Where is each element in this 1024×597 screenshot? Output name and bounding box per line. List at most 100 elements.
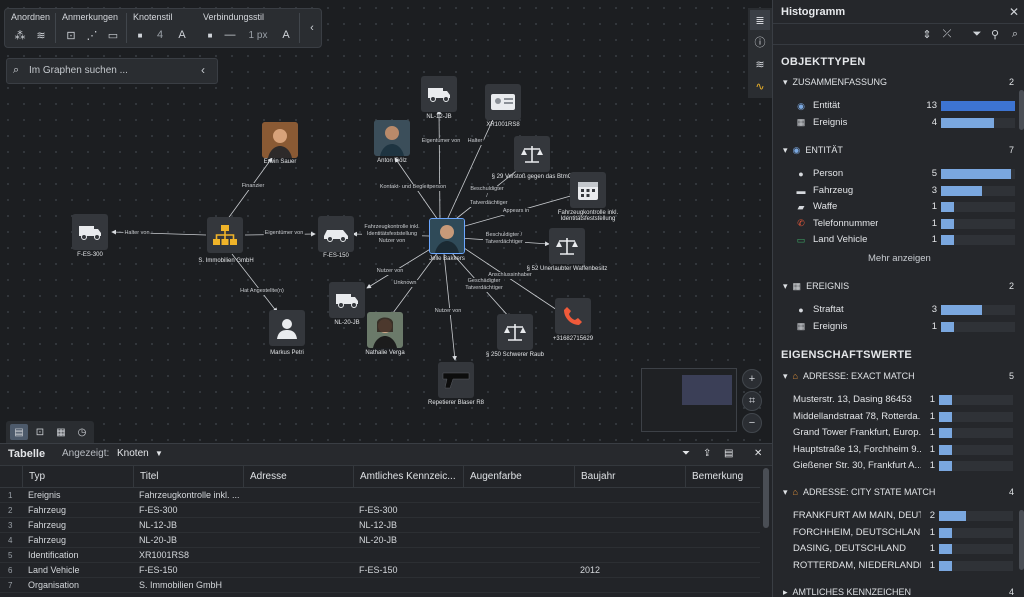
table-scrollbar[interactable] [763, 468, 769, 528]
group-entity[interactable]: ▾ ◉ ENTITÄT [783, 145, 843, 156]
group-plate[interactable]: ▸ AMTLICHES KENNZEICHEN [783, 587, 911, 597]
node-vehicle-nl-20-jb[interactable] [329, 282, 365, 318]
node-id-xr1001rs8[interactable] [485, 84, 521, 120]
histogram-row[interactable]: Grand Tower Frankfurt, Europ... 1 [793, 426, 1019, 441]
node-phone[interactable] [555, 298, 591, 334]
node-vehicle-f-es-150[interactable] [318, 216, 354, 252]
histogram-row[interactable]: DASING, DEUTSCHLAND 1 [793, 542, 1019, 557]
column-header-kennzeichen[interactable]: Amtliches Kennzeic... [353, 466, 463, 488]
histogram-row[interactable]: ◉ Entität 13 [795, 99, 1021, 114]
table-row[interactable]: 4 Fahrzeug NL-20-JB NL-20-JB [0, 533, 760, 548]
histogram-scrollbar-lower[interactable] [1019, 510, 1024, 570]
group-summary[interactable]: ▾ ZUSAMMENFASSUNG [783, 77, 887, 88]
edge-font-icon[interactable]: A [277, 27, 295, 43]
node-vehicle-f-es-300[interactable] [72, 214, 108, 250]
zoom-in-icon[interactable]: + [742, 369, 762, 389]
tab-table-view-icon[interactable]: ▤ [10, 424, 28, 440]
histogram-row[interactable]: FRANKFURT AM MAIN, DEUTS... 2 [793, 509, 1019, 524]
node-size-value[interactable]: 4 [151, 27, 169, 43]
node-event-fahrzeugkontrolle[interactable] [570, 172, 606, 208]
fit-view-icon[interactable]: ⌗ [742, 391, 762, 411]
node-person-anton-goelz[interactable] [374, 120, 410, 156]
table-row[interactable]: 5 Identification XR1001RS8 [0, 548, 760, 563]
histogram-row[interactable]: ▰ Waffe 1 [795, 200, 1021, 215]
activity-icon[interactable]: ∿ [750, 76, 770, 96]
filter-icon[interactable]: ⏷ [682, 444, 690, 464]
group-address-city[interactable]: ▾ ⌂ ADRESSE: CITY STATE MATCH [783, 487, 935, 498]
node-vehicle-nl-12-jb[interactable] [421, 76, 457, 112]
columns-icon[interactable]: ▤ [724, 444, 733, 464]
edge-width-value[interactable]: 1 px [243, 27, 273, 43]
shown-select[interactable]: Knoten [117, 444, 149, 464]
sort-icon[interactable]: ⇕ [919, 26, 935, 42]
histogram-row[interactable]: FORCHHEIM, DEUTSCHLAND 1 [793, 526, 1019, 541]
histogram-row[interactable]: ▬ Fahrzeug 3 [795, 184, 1021, 199]
layers-icon[interactable]: ≋ [32, 27, 50, 43]
search-input[interactable]: Im Graphen suchen ... [29, 65, 128, 76]
node-weapon[interactable] [438, 362, 474, 398]
chevron-down-icon[interactable]: ▼ [155, 444, 163, 464]
layers-icon[interactable]: ≋ [750, 54, 770, 74]
node-person-nathalie-verga[interactable] [367, 312, 403, 348]
table-row[interactable]: 3 Fahrzeug NL-12-JB NL-12-JB [0, 518, 760, 533]
column-header-baujahr[interactable]: Baujahr [574, 466, 685, 488]
node-crime-waffenbesitz[interactable] [549, 228, 585, 264]
graph-search[interactable]: ⌕ Im Graphen suchen ... ‹ [6, 58, 218, 84]
column-header-bemerkung[interactable]: Bemerkung [685, 466, 760, 488]
column-header-augenfarbe[interactable]: Augenfarbe [463, 466, 574, 488]
node-crime-schwerer-raub[interactable] [497, 314, 533, 350]
add-note-icon[interactable]: ⊡ [62, 27, 80, 43]
node-person-erwin-sauer[interactable] [262, 122, 298, 158]
histogram-scrollbar[interactable] [1019, 90, 1024, 130]
layout-icon[interactable]: ⁂ [11, 27, 29, 43]
histogram-row[interactable]: ▦ Ereignis 4 [795, 116, 1021, 131]
histogram-panel-icon[interactable]: ≣ [750, 10, 770, 30]
node-person-jelle-bakkers[interactable] [429, 218, 465, 254]
close-icon[interactable]: ✕ [1009, 5, 1019, 19]
table-row[interactable]: 1 Ereignis Fahrzeugkontrolle inkl. ... [0, 488, 760, 503]
histogram-row[interactable]: ROTTERDAM, NIEDERLANDE 1 [793, 559, 1019, 574]
column-header-typ[interactable]: Typ [22, 466, 133, 488]
zoom-out-icon[interactable]: − [742, 413, 762, 433]
tab-focus-view-icon[interactable]: ⊡ [31, 424, 49, 440]
histogram-row[interactable]: Musterstr. 13, Dasing 86453 1 [793, 393, 1019, 408]
minimap[interactable] [641, 368, 737, 432]
table-row[interactable]: 7 Organisation S. Immobilien GmbH [0, 578, 760, 593]
group-address-exact[interactable]: ▾ ⌂ ADRESSE: EXACT MATCH [783, 371, 915, 382]
close-icon[interactable]: ✕ [754, 444, 762, 464]
filter-icon[interactable]: ⏷ [969, 26, 985, 42]
node-crime-btmg[interactable] [514, 136, 550, 172]
pin-icon[interactable]: ⚲ [987, 26, 1003, 42]
tab-grid-view-icon[interactable]: ▦ [52, 424, 70, 440]
histogram-row[interactable]: Middellandstraat 78, Rotterda... 1 [793, 410, 1019, 425]
graph-canvas[interactable]: Finanzier Halter von Eigentümer von Hat … [0, 0, 772, 443]
node-org-s-immobilien[interactable] [207, 217, 243, 253]
table-row[interactable]: 2 Fahrzeug F-ES-300 F-ES-300 [0, 503, 760, 518]
histogram-row[interactable]: ● Person 5 [795, 167, 1021, 182]
histogram-row[interactable]: ▦ Ereignis 1 [795, 320, 1021, 335]
column-header-adresse[interactable]: Adresse [243, 466, 353, 488]
histogram-row[interactable]: ✆ Telefonnummer 1 [795, 217, 1021, 232]
collapse-toolbar-icon[interactable]: ‹ [303, 20, 321, 36]
search-icon[interactable]: ⌕ [1007, 26, 1023, 42]
node-person-markus-petri[interactable] [269, 310, 305, 346]
column-header-titel[interactable]: Titel [133, 466, 243, 488]
histogram-row[interactable]: ▭ Land Vehicle 1 [795, 233, 1021, 248]
minimap-viewport[interactable] [682, 375, 732, 405]
export-icon[interactable]: ⇪ [703, 444, 711, 464]
connect-icon[interactable]: ⋰ [83, 27, 101, 43]
collapse-all-icon[interactable]: ⤫ [939, 26, 955, 42]
group-event[interactable]: ▾ ▦ EREIGNIS [783, 281, 849, 292]
histogram-row[interactable]: ● Straftat 3 [795, 303, 1021, 318]
show-more-link[interactable]: Mehr anzeigen [868, 253, 931, 264]
collapse-search-icon[interactable]: ‹ [201, 63, 205, 77]
node-font-icon[interactable]: A [173, 27, 191, 43]
histogram-row[interactable]: Gießener Str. 30, Frankfurt A... 1 [793, 459, 1019, 474]
edge-line-icon[interactable]: — [221, 27, 239, 43]
comment-icon[interactable]: ▭ [104, 27, 122, 43]
histogram-row[interactable]: Hauptstraße 13, Forchheim 9... 1 [793, 443, 1019, 458]
edge-color-icon[interactable]: ■ [201, 27, 219, 43]
table-row[interactable]: 6 Land Vehicle F-ES-150 F-ES-150 2012 [0, 563, 760, 578]
info-icon[interactable]: ⓘ [750, 32, 770, 52]
tab-timeline-view-icon[interactable]: ◷ [73, 424, 91, 440]
